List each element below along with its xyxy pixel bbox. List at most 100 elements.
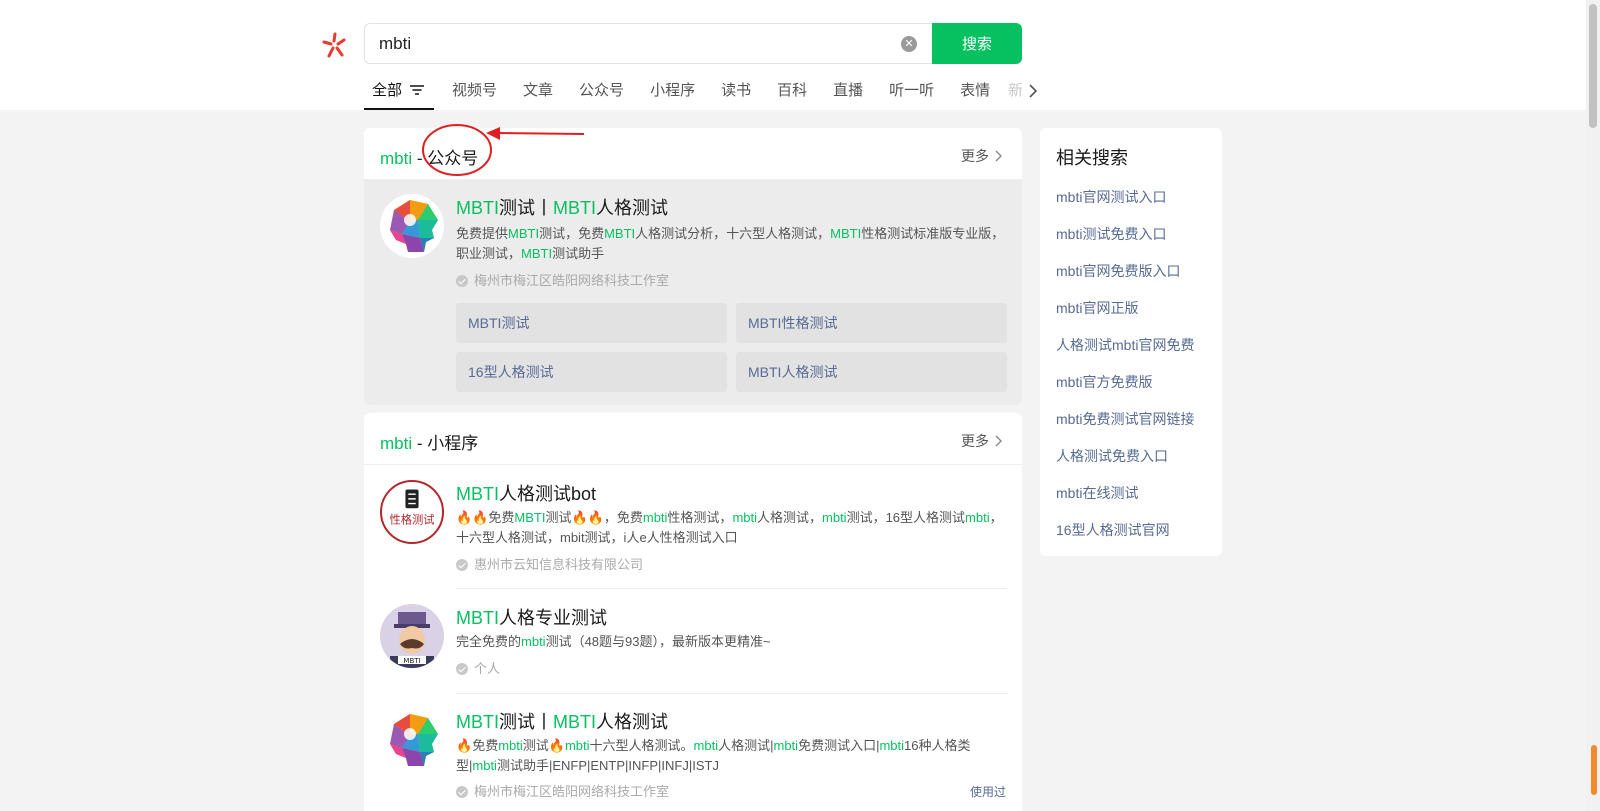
search-input[interactable] xyxy=(379,24,879,63)
more-label: 更多 xyxy=(961,148,989,164)
account-sub-links: MBTI测试 MBTI性格测试 16型人格测试 MBTI人格测试 xyxy=(456,303,1007,392)
mini-program-description: 🔥🔥免费MBTI测试🔥🔥，免费mbti性格测试，mbti人格测试，mbti测试，… xyxy=(456,508,1006,548)
title-keyword: MBTI xyxy=(553,712,596,732)
tabs-scroll-right-icon[interactable] xyxy=(1026,78,1040,104)
clear-search-icon[interactable]: ✕ xyxy=(901,36,917,52)
related-search-item[interactable]: mbti官方免费版 xyxy=(1056,369,1194,406)
related-search-item[interactable]: mbti免费测试官网链接 xyxy=(1056,406,1194,443)
related-search-item[interactable]: mbti测试免费入口 xyxy=(1056,221,1194,258)
owner-name: 梅州市梅江区皓阳网络科技工作室 xyxy=(474,273,670,288)
chevron-right-icon xyxy=(995,150,1002,162)
mini-program-result[interactable]: 性格测试 MBTI人格测试bot 🔥🔥免费MBTI测试🔥🔥，免费mbti性格测试… xyxy=(364,466,1022,589)
tab-label: 全部 xyxy=(372,82,403,99)
item-divider xyxy=(456,588,1007,589)
tab-official-accounts[interactable]: 公众号 xyxy=(571,78,632,110)
search-header: ✕ 搜索 全部 视频号 文章 公众号 小程序 读书 百科 直播 听一听 表情 新 xyxy=(0,0,1600,110)
more-label: 更多 xyxy=(961,433,989,449)
desc-text: 测试，16型人格测试 xyxy=(846,510,966,525)
desc-text: 测试助手|ENFP|ENTP|INFP|INFJ|ISTJ xyxy=(496,758,719,773)
desc-keyword: MBTI xyxy=(508,226,540,241)
title-keyword: MBTI xyxy=(456,198,499,218)
official-accounts-section: mbti - 公众号 更多 MBTI测试丨MBTI人格测试 免费提供MBTI测试… xyxy=(364,128,1022,405)
related-searches-list: mbti官网测试入口 mbti测试免费入口 mbti官网免费版入口 mbti官网… xyxy=(1056,184,1194,554)
fire-icon: 🔥🔥 xyxy=(456,510,489,525)
fire-icon: 🔥 xyxy=(456,738,473,753)
title-keyword: MBTI xyxy=(456,712,499,732)
account-avatar[interactable] xyxy=(380,194,444,258)
title-part: 人格专业测试 xyxy=(499,608,607,628)
desc-text: ，免费 xyxy=(603,510,643,525)
desc-keyword: mbti xyxy=(472,758,497,773)
desc-text: 测试，免费 xyxy=(539,226,605,241)
mini-program-avatar[interactable]: 性格测试 xyxy=(380,480,444,544)
avatar-text: 性格测试 xyxy=(389,512,434,526)
sub-link[interactable]: 16型人格测试 xyxy=(456,352,727,392)
category-tabs: 全部 视频号 文章 公众号 小程序 读书 百科 直播 听一听 表情 新 xyxy=(364,78,1040,110)
title-keyword: MBTI xyxy=(553,198,596,218)
wechat-search-logo-icon[interactable] xyxy=(320,30,350,60)
related-search-item[interactable]: 人格测试免费入口 xyxy=(1056,443,1194,480)
title-category: 小程序 xyxy=(427,434,479,453)
title-part: 人格测试 xyxy=(596,198,668,218)
scroll-position-marker xyxy=(1591,745,1597,795)
account-owner: 梅州市梅江区皓阳网络科技工作室 xyxy=(456,270,669,289)
tab-channels[interactable]: 视频号 xyxy=(444,78,505,110)
related-search-item[interactable]: mbti官网测试入口 xyxy=(1056,184,1194,221)
related-search-item[interactable]: mbti在线测试 xyxy=(1056,480,1194,517)
tab-all[interactable]: 全部 xyxy=(364,78,435,110)
mini-program-title[interactable]: MBTI人格测试bot xyxy=(456,480,596,506)
scrollbar-thumb[interactable] xyxy=(1589,4,1597,128)
tab-mini-programs[interactable]: 小程序 xyxy=(642,78,703,110)
mini-programs-section: mbti - 小程序 更多 性格测试 MBTI人格测试bot 🔥🔥免费MBTI测… xyxy=(364,413,1022,811)
mini-program-title[interactable]: MBTI人格专业测试 xyxy=(456,604,607,630)
mini-program-title[interactable]: MBTI测试丨MBTI人格测试 xyxy=(456,708,668,734)
tab-news[interactable]: 新 xyxy=(1008,78,1022,110)
title-keyword: mbti xyxy=(380,149,413,168)
tab-listen[interactable]: 听一听 xyxy=(881,78,942,110)
sub-link[interactable]: MBTI性格测试 xyxy=(736,303,1007,343)
filter-icon[interactable] xyxy=(410,84,425,96)
chevron-right-icon xyxy=(995,435,1002,447)
mini-program-owner: 梅州市梅江区皓阳网络科技工作室 xyxy=(456,781,669,800)
search-button[interactable]: 搜索 xyxy=(932,23,1022,64)
mini-program-avatar[interactable]: MBTI xyxy=(380,604,444,668)
related-searches-title: 相关搜索 xyxy=(1056,148,1128,168)
sub-link[interactable]: MBTI测试 xyxy=(456,303,727,343)
mini-program-description: 完全免费的mbti测试（48题与93题），最新版本更精准~ xyxy=(456,632,1006,652)
used-badge: 使用过 xyxy=(969,785,1006,799)
tab-books[interactable]: 读书 xyxy=(713,78,759,110)
account-result[interactable]: MBTI测试丨MBTI人格测试 免费提供MBTI测试，免费MBTI人格测试分析，… xyxy=(364,180,1022,405)
sub-link[interactable]: MBTI人格测试 xyxy=(736,352,1007,392)
more-accounts-link[interactable]: 更多 xyxy=(961,146,1002,166)
verified-icon xyxy=(456,274,468,287)
verified-icon xyxy=(456,662,468,675)
section-title: mbti - 公众号 xyxy=(380,144,478,169)
search-box: ✕ xyxy=(364,23,932,64)
verified-icon xyxy=(456,558,468,571)
desc-text: 免费 xyxy=(472,738,499,753)
title-separator: - xyxy=(412,149,428,168)
more-mini-programs-link[interactable]: 更多 xyxy=(961,431,1002,451)
tab-live[interactable]: 直播 xyxy=(825,78,871,110)
tab-encyclopedia[interactable]: 百科 xyxy=(769,78,815,110)
related-search-item[interactable]: 16型人格测试官网 xyxy=(1056,517,1194,554)
avatar-text: MBTI xyxy=(403,657,420,665)
tab-articles[interactable]: 文章 xyxy=(515,78,561,110)
mini-program-result[interactable]: MBTI MBTI人格专业测试 完全免费的mbti测试（48题与93题），最新版… xyxy=(364,590,1022,694)
account-title[interactable]: MBTI测试丨MBTI人格测试 xyxy=(456,194,668,220)
page-scrollbar[interactable] xyxy=(1586,0,1600,811)
related-search-item[interactable]: mbti官网正版 xyxy=(1056,295,1194,332)
mini-program-avatar[interactable] xyxy=(380,708,444,772)
owner-name: 个人 xyxy=(474,661,501,676)
desc-keyword: MBTI xyxy=(514,510,546,525)
section-title: mbti - 小程序 xyxy=(380,429,478,454)
tab-stickers[interactable]: 表情 xyxy=(952,78,998,110)
desc-text: 人格测试分析，十六型人格测试， xyxy=(635,226,831,241)
desc-text: 免费提供 xyxy=(456,226,509,241)
desc-text: 十六型人格测试。 xyxy=(589,738,694,753)
mini-program-result[interactable]: MBTI测试丨MBTI人格测试 🔥免费mbti测试🔥mbti十六型人格测试。mb… xyxy=(364,694,1022,811)
related-search-item[interactable]: 人格测试mbti官网免费 xyxy=(1056,332,1194,369)
desc-keyword: mbti xyxy=(822,510,847,525)
related-search-item[interactable]: mbti官网免费版入口 xyxy=(1056,258,1194,295)
mini-program-owner: 惠州市云知信息科技有限公司 xyxy=(456,554,643,573)
